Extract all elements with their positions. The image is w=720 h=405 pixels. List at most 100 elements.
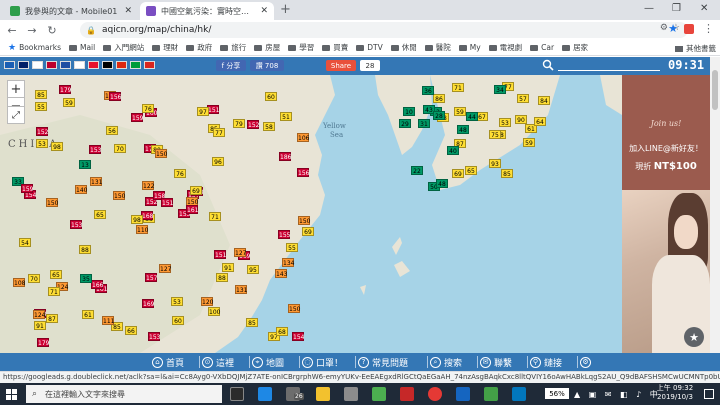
forward-icon[interactable]: → [24,24,40,37]
aqi-station-marker[interactable]: 58 [263,122,275,131]
aqi-station-marker[interactable]: 97 [197,107,209,116]
bookmark-folder[interactable]: My [458,42,481,53]
aqi-station-marker[interactable]: 91 [222,263,234,272]
close-tab-icon[interactable]: ✕ [260,6,268,16]
file-explorer-icon[interactable] [316,387,330,401]
zoom-in-button[interactable]: + [7,80,25,98]
bookmark-folder[interactable]: DTV [356,42,383,53]
aqi-station-marker[interactable]: 48 [436,179,448,188]
aqi-station-marker[interactable]: 111 [102,316,114,325]
aqi-station-marker[interactable]: 85 [246,318,258,327]
aqi-station-marker[interactable]: 127 [234,248,246,257]
aqi-station-marker[interactable]: 55 [286,243,298,252]
aqi-station-marker[interactable]: 154 [292,332,304,341]
aqi-station-marker[interactable]: 53 [499,118,511,127]
aqi-station-marker[interactable]: 51 [280,112,292,121]
aqi-station-marker[interactable]: 90 [515,115,527,124]
bookmark-folder[interactable]: 電視劇 [488,42,522,53]
browser-menu-icon[interactable]: ⋮ [703,22,714,35]
notification-icon[interactable] [704,389,714,399]
aqi-station-marker[interactable]: 140 [75,185,87,194]
facebook-like-button[interactable]: 讚 708 [250,60,284,71]
aqi-station-marker[interactable]: 36 [422,86,434,95]
aqi-station-marker[interactable]: 153 [148,332,160,341]
aqi-station-marker[interactable]: 131 [235,285,247,294]
bookmark-folder[interactable]: 買賣 [322,42,348,53]
ad-star-button[interactable]: ★ [684,327,704,347]
aqi-station-marker[interactable]: 44 [466,112,478,121]
aqi-station-marker[interactable]: 55 [35,102,47,111]
app-icon[interactable] [400,387,414,401]
system-tray-icons[interactable]: ▲ ▣ ✉ ◧ ♪ 中 [574,389,661,400]
aqi-station-marker[interactable]: 95 [247,265,259,274]
aqi-station-marker[interactable]: 56 [106,126,118,135]
aqi-station-marker[interactable]: 87 [46,314,58,323]
task-view-icon[interactable] [230,387,244,401]
other-bookmarks[interactable]: 其他書籤 [675,43,716,54]
store-icon[interactable] [344,387,358,401]
aqi-station-marker[interactable]: 29 [399,119,411,128]
language-flag-icon[interactable] [144,61,155,69]
aqi-station-marker[interactable]: 151 [161,198,173,207]
aqi-station-marker[interactable]: 150 [113,191,125,200]
tab-mobile01[interactable]: 我參與的文章 - Mobile01 ✕ [4,2,138,20]
aqi-map[interactable]: CHINA Yellow Sea + − ⤢ 68108815815716115… [0,75,622,353]
aqi-station-marker[interactable]: 93 [489,159,501,168]
aqi-station-marker[interactable]: 157 [145,273,157,282]
minimize-icon[interactable]: — [644,3,654,14]
bookmark-folder[interactable]: 政府 [186,42,212,53]
aqi-station-marker[interactable]: 151 [214,250,226,259]
aqi-station-marker[interactable]: 134 [282,258,294,267]
app-icon[interactable] [372,387,386,401]
language-flag-icon[interactable] [4,61,15,69]
aqi-station-marker[interactable]: 143 [275,269,287,278]
aqi-station-marker[interactable]: 122 [142,181,154,190]
aqi-station-marker[interactable]: 13 [79,160,91,169]
bookmark-folder[interactable]: 學習 [288,42,314,53]
aqi-station-marker[interactable]: 106 [297,133,309,142]
language-flag-icon[interactable] [74,61,85,69]
extension-icon[interactable] [684,24,694,34]
aqi-station-marker[interactable]: 110 [136,225,148,234]
chrome-icon[interactable] [428,387,442,401]
aqi-station-marker[interactable]: 85 [35,90,47,99]
close-tab-icon[interactable]: ✕ [124,6,132,16]
aqi-station-marker[interactable]: 53 [171,297,183,306]
new-tab-button[interactable]: + [280,2,291,17]
aqi-station-marker[interactable]: 64 [534,117,546,126]
bottom-nav-item[interactable]: ⊙ 這裡 [202,355,234,369]
bottom-nav-item[interactable]: ✉ 聯繫 [480,355,512,369]
aqi-station-marker[interactable]: 10 [403,107,415,116]
aqi-station-marker[interactable]: 150 [288,304,300,313]
aqi-station-marker[interactable]: 150 [46,198,58,207]
bookmark-folder[interactable]: 休閒 [390,42,417,53]
aqi-station-marker[interactable]: 86 [433,94,445,103]
aqi-station-marker[interactable]: 69 [452,169,464,178]
aqi-station-marker[interactable]: 65 [465,166,477,175]
aqi-station-marker[interactable]: 77 [213,128,225,137]
bookmark-folder[interactable]: 房屋 [254,42,280,53]
aqi-station-marker[interactable]: 156 [109,92,121,101]
aqi-station-marker[interactable]: 91 [34,321,46,330]
aqi-station-marker[interactable]: 57 [517,94,529,103]
aqi-station-marker[interactable]: 155 [278,230,290,239]
scrollbar-thumb[interactable] [712,70,718,110]
bookmark-folder[interactable]: 居家 [562,42,588,53]
aqi-station-marker[interactable]: 100 [208,307,220,316]
aqi-station-marker[interactable]: 76 [142,104,154,113]
aqi-station-marker[interactable]: 66 [125,326,137,335]
aqi-station-marker[interactable]: 131 [90,177,102,186]
aqi-station-marker[interactable]: 59 [454,107,466,116]
taskbar-clock[interactable]: 上午 09:32 2019/10/3 [650,384,700,402]
bookmark-folder[interactable]: Mail [68,42,95,53]
aqi-station-marker[interactable]: 59 [63,98,75,107]
app-icon[interactable] [456,387,470,401]
aqi-station-marker[interactable]: 159 [131,113,143,122]
aqi-station-marker[interactable]: 153 [89,145,101,154]
battery-indicator[interactable]: 56% [545,388,569,399]
address-bar[interactable]: 🔒 aqicn.org/map/china/hk/ ⚙☆ [80,22,688,38]
language-flag-icon[interactable] [60,61,71,69]
windows-start-icon[interactable] [6,389,17,400]
aqi-station-marker[interactable]: 85 [501,169,513,178]
app-icon[interactable] [484,387,498,401]
